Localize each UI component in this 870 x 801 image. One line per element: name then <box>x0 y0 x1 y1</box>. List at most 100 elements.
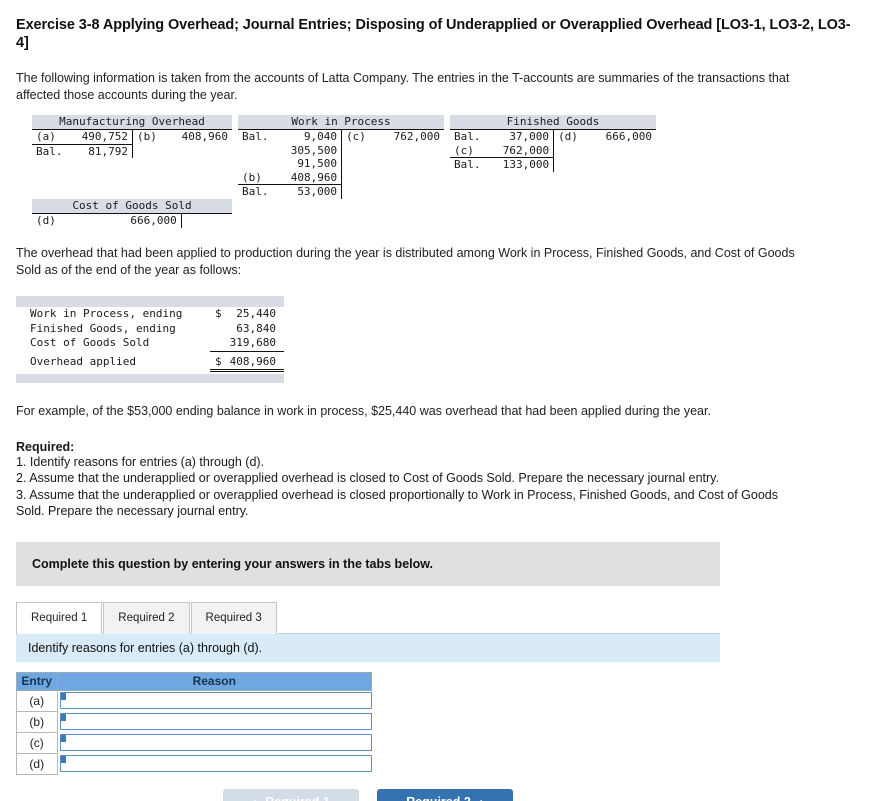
credit-amount <box>376 157 444 171</box>
t-account-row: (c) 762,000 <box>450 143 656 158</box>
t-accounts-row: Manufacturing Overhead (a) 490,752 (b) 4… <box>16 115 854 199</box>
allocation-total-currency: $ <box>209 351 226 372</box>
t-account-cost-of-goods-sold: Cost of Goods Sold (d) 666,000 <box>32 199 232 228</box>
required-item-1: 1. Identify reasons for entries (a) thro… <box>16 454 265 469</box>
reason-input-d[interactable] <box>59 755 372 772</box>
credit-label: (d) <box>553 130 588 144</box>
debit-label: (b) <box>242 170 262 184</box>
reason-cell <box>57 711 372 732</box>
t-account-balance-row: Bal. 53,000 <box>238 184 444 199</box>
reason-cell <box>57 732 372 753</box>
example-paragraph: For example, of the $53,000 ending balan… <box>16 404 711 418</box>
tab-required-3[interactable]: Required 3 <box>190 601 277 634</box>
balance-credit-amount <box>167 144 232 158</box>
credit-amount <box>588 144 656 158</box>
debit-amount: 762,000 <box>502 143 550 157</box>
entry-label: (a) <box>16 689 58 712</box>
entry-label: (b) <box>16 710 58 733</box>
balance-label: Bal. <box>32 143 67 158</box>
tab-required-2[interactable]: Required 2 <box>103 601 190 634</box>
debit-amount: 490,752 <box>81 130 129 143</box>
balance-amount: 53,000 <box>272 184 342 199</box>
reason-input-a[interactable] <box>59 692 372 710</box>
balance-amount: 133,000 <box>484 157 554 172</box>
column-header-entry: Entry <box>16 671 58 691</box>
navigation-bar: ‹ Required 1 Required 2 › <box>16 788 720 801</box>
allocation-rows: Work in Process, ending $ 25,440 Finishe… <box>16 307 284 372</box>
allocation-currency <box>209 336 226 352</box>
t-account-balance-row: Bal. 81,792 <box>32 143 232 158</box>
chevron-left-icon: ‹ <box>252 795 256 801</box>
allocation-total-amount: 408,960 <box>225 351 284 372</box>
credit-amount <box>376 171 444 185</box>
next-requirement-label: Required 2 <box>406 795 471 801</box>
t-account-row: 305,500 <box>238 143 444 158</box>
entry-label: (d) <box>16 752 58 775</box>
allocation-total-row: Overhead applied $ 408,960 <box>16 351 284 372</box>
allocation-total-label: Overhead applied <box>30 355 136 368</box>
t-account-row: 91,500 <box>238 157 444 171</box>
answer-table-wrapper: Entry Reason (a) (b) (c) (d) <box>16 671 372 775</box>
allocation-row: Finished Goods, ending 63,840 <box>16 322 284 337</box>
t-account-row: Bal. 9,040 (c) 762,000 <box>238 130 444 144</box>
reason-input-b[interactable] <box>59 713 372 730</box>
debit-amount: 408,960 <box>290 170 338 184</box>
table-row: (b) <box>16 710 372 733</box>
allocation-table-header-bar <box>16 296 284 307</box>
intro-paragraph: The following information is taken from … <box>16 71 790 102</box>
credit-label: (c) <box>341 130 376 144</box>
previous-requirement-label: Required 1 <box>265 795 330 801</box>
t-account-row: (a) 490,752 (b) 408,960 <box>32 130 232 144</box>
allocation-amount: 63,840 <box>236 321 276 335</box>
debit-label: (c) <box>454 143 474 157</box>
allocation-currency: $ <box>215 307 222 320</box>
reason-cell <box>57 753 372 774</box>
table-row: (c) <box>16 731 372 754</box>
balance-credit-label <box>341 184 376 199</box>
chevron-right-icon: › <box>480 795 484 801</box>
allocation-label: Work in Process, ending <box>30 307 183 320</box>
t-account-title: Finished Goods <box>450 115 656 130</box>
allocation-label: Cost of Goods Sold <box>30 336 150 350</box>
balance-label: Bal. <box>450 157 485 172</box>
allocation-table-footer-bar <box>16 374 284 383</box>
credit-amount <box>215 214 232 228</box>
t-account-row: Bal. 37,000 (d) 666,000 <box>450 130 656 144</box>
next-requirement-button[interactable]: Required 2 › <box>377 788 513 801</box>
debit-label: Bal. <box>242 130 269 143</box>
credit-amount <box>376 144 444 158</box>
reason-input-c[interactable] <box>59 734 372 751</box>
debit-amount: 666,000 <box>130 214 177 227</box>
tab-required-1[interactable]: Required 1 <box>16 601 103 634</box>
t-account-title: Work in Process <box>238 115 444 130</box>
credit-amount: 762,000 <box>393 130 440 143</box>
balance-amount: 81,792 <box>66 143 133 158</box>
balance-label: Bal. <box>238 184 273 199</box>
balance-credit-amount <box>376 185 444 199</box>
debit-label <box>238 157 273 171</box>
t-account-table: Bal. 37,000 (d) 666,000 (c) 762,000 Bal.… <box>450 130 656 172</box>
debit-label: (d) <box>36 214 56 227</box>
t-account-manufacturing-overhead: Manufacturing Overhead (a) 490,752 (b) 4… <box>32 115 232 158</box>
balance-credit-label <box>132 144 167 158</box>
instruction-band: Complete this question by entering your … <box>16 541 720 586</box>
t-account-table: Bal. 9,040 (c) 762,000 305,500 91,500 (b… <box>238 130 444 199</box>
t-account-balance-row: Bal. 133,000 <box>450 157 656 172</box>
allocation-currency <box>210 322 226 337</box>
page-title: Exercise 3-8 Applying Overhead; Journal … <box>16 17 851 51</box>
overhead-allocation-table: Work in Process, ending $ 25,440 Finishe… <box>16 296 284 383</box>
credit-label <box>341 170 376 185</box>
balance-credit-amount <box>588 158 656 172</box>
credit-label: (b) <box>132 130 167 144</box>
t-account-row: (d) 666,000 <box>32 214 232 228</box>
required-item-2: 2. Assume that the underapplied or overa… <box>16 471 719 485</box>
credit-label <box>341 143 376 157</box>
allocation-row: Work in Process, ending $ 25,440 <box>16 307 284 322</box>
t-account-finished-goods: Finished Goods Bal. 37,000 (d) 666,000 (… <box>450 115 656 172</box>
previous-requirement-button[interactable]: ‹ Required 1 <box>223 788 359 801</box>
required-heading: Required: <box>16 439 75 454</box>
answer-table: Entry Reason (a) (b) (c) (d) <box>16 671 372 775</box>
debit-amount: 91,500 <box>297 157 338 170</box>
credit-label <box>180 214 216 228</box>
debit-label: (a) <box>36 130 56 143</box>
